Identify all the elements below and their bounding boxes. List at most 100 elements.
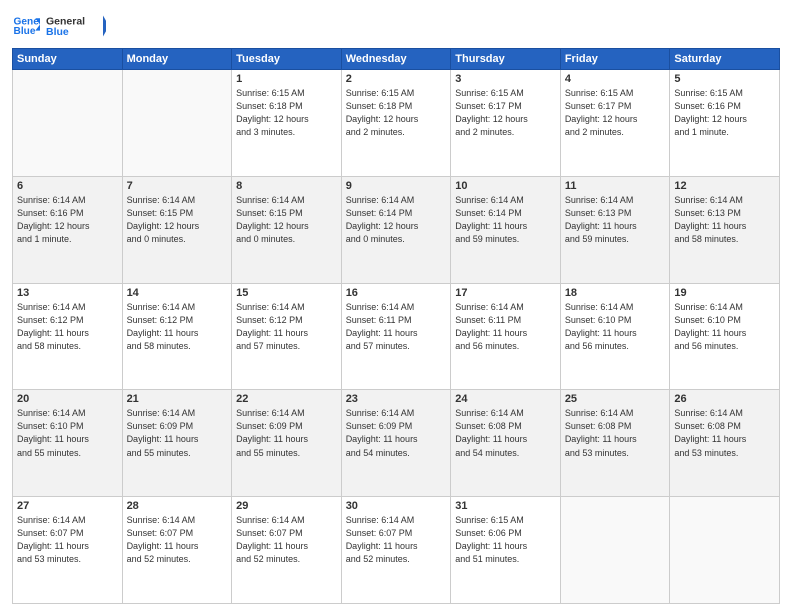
day-info: Sunrise: 6:14 AM Sunset: 6:07 PM Dayligh… — [17, 514, 118, 566]
calendar-cell: 6Sunrise: 6:14 AM Sunset: 6:16 PM Daylig… — [13, 176, 123, 283]
day-number: 11 — [565, 180, 666, 192]
calendar-cell: 28 Sunrise: 6:14 AM Sunset: 6:07 PM Dayli… — [122, 497, 232, 604]
day-info: Sunrise: 6:14 AM Sunset: 6:11 PM Dayligh… — [346, 301, 447, 353]
calendar-cell: 5Sunrise: 6:15 AM Sunset: 6:16 PM Daylig… — [670, 70, 780, 177]
calendar-cell: 18Sunrise: 6:14 AM Sunset: 6:10 PM Dayli… — [560, 283, 670, 390]
day-info: Sunrise: 6:14 AM Sunset: 6:10 PM Dayligh… — [674, 301, 775, 353]
logo: General Blue General Blue — [12, 10, 106, 42]
calendar-cell: 10 Sunrise: 6:14 AM Sunset: 6:14 PM Dayli… — [451, 176, 561, 283]
calendar-cell: 31 Sunrise: 6:15 AM Sunset: 6:06 PM Dayli… — [451, 497, 561, 604]
day-info: Sunrise: 6:14 AM Sunset: 6:15 PM Dayligh… — [127, 194, 228, 246]
calendar-cell: 16 Sunrise: 6:14 AM Sunset: 6:11 PM Dayli… — [341, 283, 451, 390]
calendar-header-row: SundayMondayTuesdayWednesdayThursdayFrid… — [13, 49, 780, 70]
day-info: Sunrise: 6:14 AM Sunset: 6:07 PM Dayligh… — [127, 514, 228, 566]
svg-text:Blue: Blue — [46, 26, 69, 38]
calendar-cell: 21 Sunrise: 6:14 AM Sunset: 6:09 PM Dayli… — [122, 390, 232, 497]
calendar-cell: 26 Sunrise: 6:14 AM Sunset: 6:08 PM Dayli… — [670, 390, 780, 497]
calendar-cell: 23 Sunrise: 6:14 AM Sunset: 6:09 PM Dayli… — [341, 390, 451, 497]
calendar-cell: 4 Sunrise: 6:15 AM Sunset: 6:17 PM Daylig… — [560, 70, 670, 177]
day-number: 14 — [127, 287, 228, 299]
calendar-week-row: 13 Sunrise: 6:14 AM Sunset: 6:12 PM Dayli… — [13, 283, 780, 390]
day-number: 19 — [674, 287, 775, 299]
day-info: Sunrise: 6:14 AM Sunset: 6:08 PM Dayligh… — [455, 407, 556, 459]
day-info: Sunrise: 6:14 AM Sunset: 6:11 PM Dayligh… — [455, 301, 556, 353]
day-number: 16 — [346, 287, 447, 299]
logo-svg: General Blue — [46, 10, 106, 42]
calendar-cell: 1 Sunrise: 6:15 AM Sunset: 6:18 PM Daylig… — [232, 70, 342, 177]
day-number: 8 — [236, 180, 337, 192]
day-number: 1 — [236, 73, 337, 85]
day-info: Sunrise: 6:15 AM Sunset: 6:17 PM Dayligh… — [565, 87, 666, 139]
calendar-cell: 24 Sunrise: 6:14 AM Sunset: 6:08 PM Dayli… — [451, 390, 561, 497]
day-info: Sunrise: 6:14 AM Sunset: 6:08 PM Dayligh… — [674, 407, 775, 459]
calendar-day-header: Sunday — [13, 49, 123, 70]
day-info: Sunrise: 6:14 AM Sunset: 6:09 PM Dayligh… — [346, 407, 447, 459]
day-number: 13 — [17, 287, 118, 299]
day-info: Sunrise: 6:14 AM Sunset: 6:10 PM Dayligh… — [17, 407, 118, 459]
day-number: 7 — [127, 180, 228, 192]
day-number: 25 — [565, 393, 666, 405]
calendar-cell — [560, 497, 670, 604]
day-number: 31 — [455, 500, 556, 512]
calendar-day-header: Thursday — [451, 49, 561, 70]
calendar-cell: 7 Sunrise: 6:14 AM Sunset: 6:15 PM Daylig… — [122, 176, 232, 283]
calendar-cell: 8 Sunrise: 6:14 AM Sunset: 6:15 PM Daylig… — [232, 176, 342, 283]
day-number: 9 — [346, 180, 447, 192]
calendar-cell: 19 Sunrise: 6:14 AM Sunset: 6:10 PM Dayli… — [670, 283, 780, 390]
day-info: Sunrise: 6:14 AM Sunset: 6:09 PM Dayligh… — [236, 407, 337, 459]
day-info: Sunrise: 6:15 AM Sunset: 6:18 PM Dayligh… — [236, 87, 337, 139]
calendar-cell: 20 Sunrise: 6:14 AM Sunset: 6:10 PM Dayli… — [13, 390, 123, 497]
svg-text:Blue: Blue — [14, 26, 36, 37]
calendar-cell: 29Sunrise: 6:14 AM Sunset: 6:07 PM Dayli… — [232, 497, 342, 604]
day-number: 17 — [455, 287, 556, 299]
day-number: 23 — [346, 393, 447, 405]
day-info: Sunrise: 6:14 AM Sunset: 6:09 PM Dayligh… — [127, 407, 228, 459]
day-info: Sunrise: 6:15 AM Sunset: 6:18 PM Dayligh… — [346, 87, 447, 139]
calendar-cell: 22 Sunrise: 6:14 AM Sunset: 6:09 PM Dayli… — [232, 390, 342, 497]
calendar-cell: 14 Sunrise: 6:14 AM Sunset: 6:12 PM Dayli… — [122, 283, 232, 390]
day-info: Sunrise: 6:15 AM Sunset: 6:06 PM Dayligh… — [455, 514, 556, 566]
logo-icon: General Blue — [12, 12, 40, 40]
calendar-day-header: Monday — [122, 49, 232, 70]
day-info: Sunrise: 6:14 AM Sunset: 6:15 PM Dayligh… — [236, 194, 337, 246]
calendar-cell — [13, 70, 123, 177]
calendar-cell: 25 Sunrise: 6:14 AM Sunset: 6:08 PM Dayli… — [560, 390, 670, 497]
day-number: 15 — [236, 287, 337, 299]
day-number: 28 — [127, 500, 228, 512]
day-number: 21 — [127, 393, 228, 405]
calendar-day-header: Friday — [560, 49, 670, 70]
day-info: Sunrise: 6:14 AM Sunset: 6:08 PM Dayligh… — [565, 407, 666, 459]
day-number: 10 — [455, 180, 556, 192]
calendar-cell: 13 Sunrise: 6:14 AM Sunset: 6:12 PM Dayli… — [13, 283, 123, 390]
calendar-cell: 27 Sunrise: 6:14 AM Sunset: 6:07 PM Dayli… — [13, 497, 123, 604]
day-number: 4 — [565, 73, 666, 85]
day-number: 5 — [674, 73, 775, 85]
day-info: Sunrise: 6:14 AM Sunset: 6:12 PM Dayligh… — [236, 301, 337, 353]
day-number: 3 — [455, 73, 556, 85]
day-info: Sunrise: 6:14 AM Sunset: 6:14 PM Dayligh… — [346, 194, 447, 246]
day-info: Sunrise: 6:14 AM Sunset: 6:10 PM Dayligh… — [565, 301, 666, 353]
day-number: 12 — [674, 180, 775, 192]
day-info: Sunrise: 6:14 AM Sunset: 6:13 PM Dayligh… — [674, 194, 775, 246]
calendar-day-header: Tuesday — [232, 49, 342, 70]
day-info: Sunrise: 6:14 AM Sunset: 6:12 PM Dayligh… — [127, 301, 228, 353]
day-info: Sunrise: 6:15 AM Sunset: 6:17 PM Dayligh… — [455, 87, 556, 139]
calendar-cell: 12 Sunrise: 6:14 AM Sunset: 6:13 PM Dayli… — [670, 176, 780, 283]
day-number: 20 — [17, 393, 118, 405]
calendar-cell — [670, 497, 780, 604]
day-number: 26 — [674, 393, 775, 405]
day-number: 24 — [455, 393, 556, 405]
day-number: 27 — [17, 500, 118, 512]
day-number: 2 — [346, 73, 447, 85]
day-info: Sunrise: 6:14 AM Sunset: 6:16 PM Dayligh… — [17, 194, 118, 246]
calendar-cell: 3 Sunrise: 6:15 AM Sunset: 6:17 PM Daylig… — [451, 70, 561, 177]
calendar-cell: 9 Sunrise: 6:14 AM Sunset: 6:14 PM Daylig… — [341, 176, 451, 283]
day-info: Sunrise: 6:14 AM Sunset: 6:12 PM Dayligh… — [17, 301, 118, 353]
calendar-cell: 15 Sunrise: 6:14 AM Sunset: 6:12 PM Dayli… — [232, 283, 342, 390]
calendar-cell: 11Sunrise: 6:14 AM Sunset: 6:13 PM Dayli… — [560, 176, 670, 283]
day-info: Sunrise: 6:14 AM Sunset: 6:14 PM Dayligh… — [455, 194, 556, 246]
calendar-week-row: 27 Sunrise: 6:14 AM Sunset: 6:07 PM Dayli… — [13, 497, 780, 604]
page-header: General Blue General Blue — [12, 10, 780, 42]
calendar-day-header: Wednesday — [341, 49, 451, 70]
day-number: 22 — [236, 393, 337, 405]
